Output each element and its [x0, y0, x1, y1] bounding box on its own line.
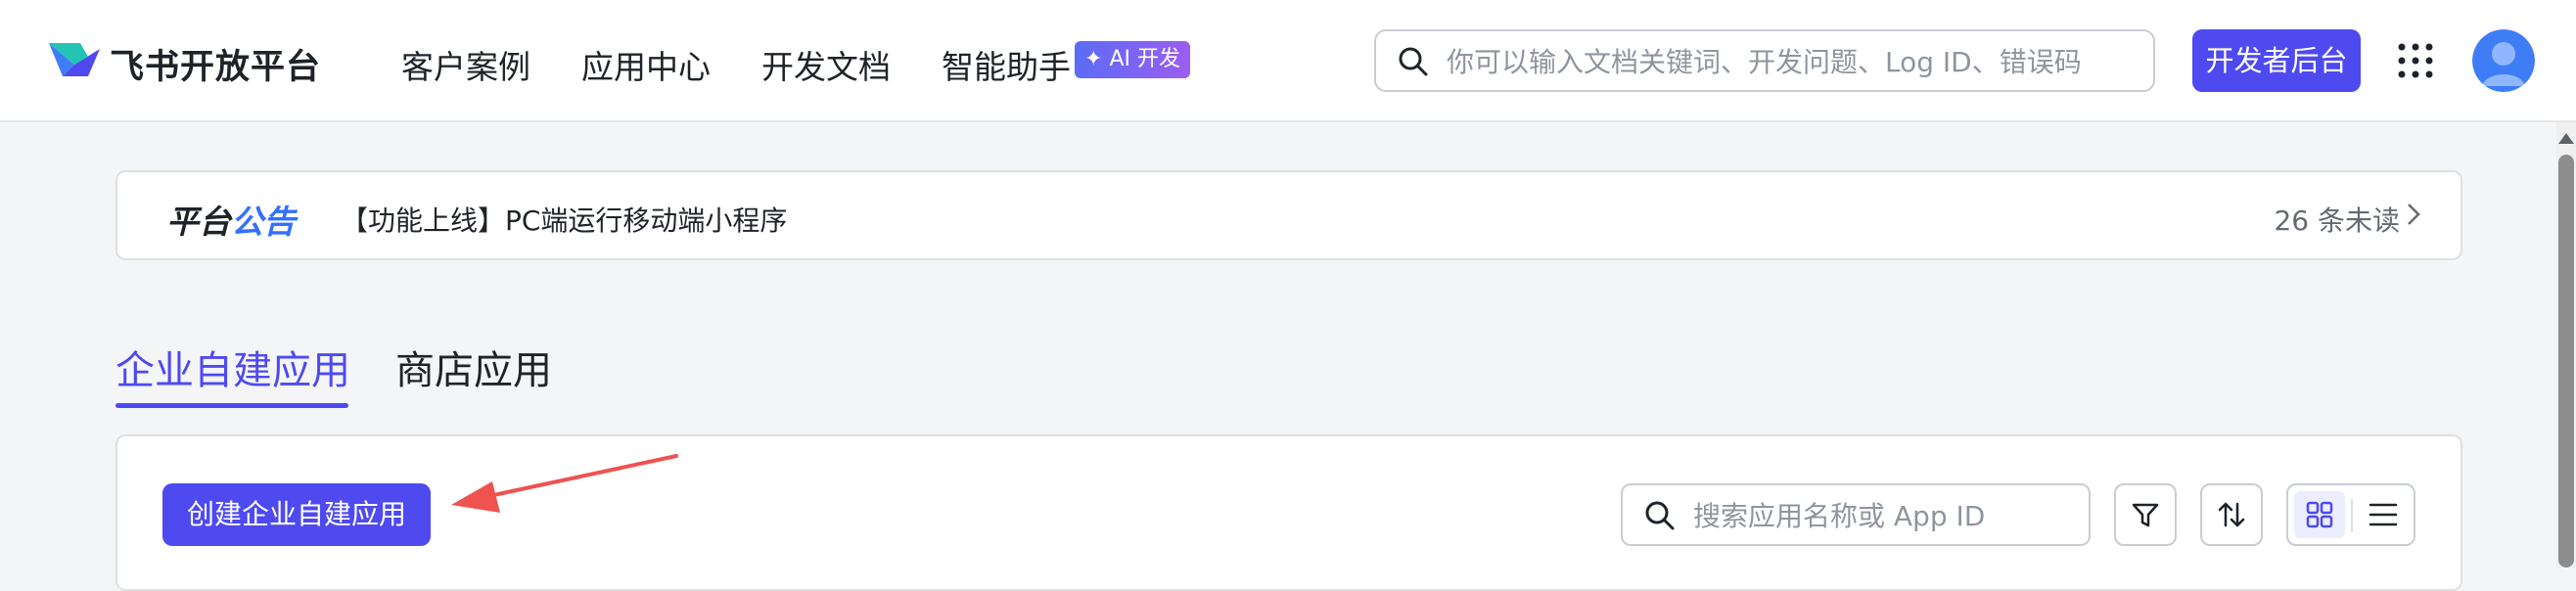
- filter-button[interactable]: [2114, 483, 2177, 546]
- tab-store-apps[interactable]: 商店应用: [395, 339, 552, 395]
- scrollbar-thumb[interactable]: [2558, 155, 2574, 568]
- nav-app-center[interactable]: 应用中心: [581, 41, 711, 88]
- tab-custom-apps[interactable]: 企业自建应用: [115, 339, 350, 395]
- avatar[interactable]: [2472, 29, 2535, 92]
- announcement-title: 平台公告: [166, 196, 296, 243]
- list-view-button[interactable]: [2359, 491, 2410, 538]
- search-icon: [1399, 47, 1428, 76]
- announcement-bar: 平台公告 【功能上线】PC端运行移动端小程序 26 条未读: [115, 170, 2462, 260]
- create-custom-app-button[interactable]: 创建企业自建应用: [162, 483, 431, 546]
- filter-icon: [2132, 503, 2159, 527]
- scroll-up-arrow-icon[interactable]: [2558, 133, 2574, 144]
- doc-search-box[interactable]: [1374, 29, 2155, 92]
- announcement-text[interactable]: 【功能上线】PC端运行移动端小程序: [341, 200, 787, 239]
- nav-assistant[interactable]: 智能助手: [942, 41, 1071, 88]
- sort-icon: [2218, 502, 2245, 527]
- app-search-input[interactable]: [1691, 495, 2077, 536]
- grid-view-button[interactable]: [2294, 491, 2345, 538]
- view-toggle-divider: [2351, 499, 2353, 532]
- active-tab-indicator: [115, 403, 348, 408]
- top-navigation-bar: 飞书开放平台 客户案例 应用中心 开发文档 智能助手 ✦ AI 开发 开发者后台: [0, 0, 2576, 122]
- nav-dev-docs[interactable]: 开发文档: [761, 41, 891, 88]
- sort-button[interactable]: [2200, 483, 2263, 546]
- nav-customer-cases[interactable]: 客户案例: [401, 41, 530, 88]
- grid-view-icon: [2306, 501, 2333, 528]
- brand-name[interactable]: 飞书开放平台: [110, 39, 321, 89]
- announcement-title-part2: 公告: [231, 203, 296, 241]
- doc-search-input[interactable]: [1445, 41, 2134, 82]
- apps-grid-icon[interactable]: [2396, 41, 2435, 80]
- view-mode-toggle: [2286, 483, 2415, 546]
- app-search-box[interactable]: [1621, 483, 2091, 546]
- feishu-logo-icon[interactable]: [45, 37, 102, 86]
- ai-dev-badge[interactable]: ✦ AI 开发: [1075, 41, 1190, 78]
- chevron-right-icon[interactable]: [2406, 202, 2421, 227]
- annotation-arrow: [451, 454, 678, 513]
- developer-console-button[interactable]: 开发者后台: [2192, 29, 2361, 92]
- list-view-icon: [2369, 503, 2398, 526]
- announcement-title-part1: 平台: [166, 203, 231, 241]
- search-icon: [1645, 501, 1675, 530]
- unread-count[interactable]: 26 条未读: [2274, 200, 2400, 239]
